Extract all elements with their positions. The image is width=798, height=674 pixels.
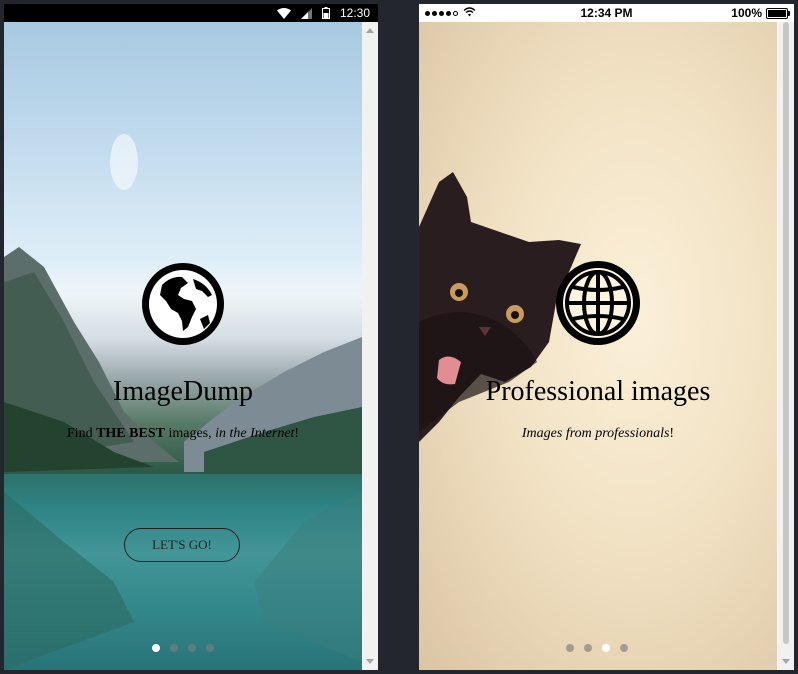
tagline-text: images, bbox=[164, 426, 216, 441]
page-indicator bbox=[566, 644, 628, 652]
page-dot[interactable] bbox=[584, 644, 592, 652]
status-time: 12:30 bbox=[339, 6, 370, 20]
scrollbar-thumb[interactable] bbox=[783, 22, 789, 644]
battery-percent: 100% bbox=[731, 6, 762, 20]
intro-slide-3[interactable]: Professional images Images from professi… bbox=[419, 22, 777, 670]
tagline-italic: Images from professionals bbox=[521, 426, 670, 441]
tagline-text: Find bbox=[66, 426, 97, 441]
slide-title: Professional images bbox=[485, 376, 711, 407]
app-tagline: Find THE BEST images, in the Internet! bbox=[4, 426, 362, 442]
scroll-up-arrow-icon[interactable] bbox=[366, 28, 374, 33]
wifi-icon bbox=[276, 7, 291, 19]
page-indicator bbox=[152, 644, 214, 652]
page-dot[interactable] bbox=[620, 644, 628, 652]
page-dot[interactable] bbox=[566, 644, 574, 652]
vertical-scrollbar[interactable] bbox=[362, 22, 378, 670]
cell-signal-icon bbox=[300, 7, 312, 19]
page-dot[interactable] bbox=[152, 644, 160, 652]
tagline-text: ! bbox=[294, 426, 300, 441]
intro-slide-1[interactable]: ImageDump Find THE BEST images, in the I… bbox=[4, 22, 362, 670]
android-phone-frame: 12:30 ImageDump Find THE BEST images, in… bbox=[4, 4, 378, 670]
page-dot[interactable] bbox=[602, 644, 610, 652]
scroll-down-arrow-icon[interactable] bbox=[366, 659, 374, 664]
battery-icon bbox=[766, 7, 790, 19]
globe-americas-icon bbox=[138, 259, 228, 354]
slide-tagline: Images from professionals! bbox=[419, 426, 777, 442]
tagline-text: ! bbox=[669, 426, 675, 441]
app-title: ImageDump bbox=[113, 376, 253, 407]
tagline-bold: THE BEST bbox=[96, 426, 165, 441]
android-status-bar: 12:30 bbox=[4, 4, 378, 22]
page-dot[interactable] bbox=[188, 644, 196, 652]
ios-phone-frame: 12:34 PM 100% Professional images Images… bbox=[419, 4, 794, 670]
scroll-down-arrow-icon[interactable] bbox=[782, 659, 790, 664]
page-dot[interactable] bbox=[170, 644, 178, 652]
globe-grid-icon bbox=[553, 258, 643, 353]
page-dot[interactable] bbox=[206, 644, 214, 652]
ios-status-bar: 12:34 PM 100% bbox=[419, 4, 794, 22]
lets-go-button[interactable]: LET'S GO! bbox=[124, 528, 240, 562]
tagline-italic: in the Internet bbox=[215, 426, 295, 441]
battery-icon bbox=[321, 7, 330, 19]
vertical-scrollbar[interactable] bbox=[778, 22, 794, 670]
